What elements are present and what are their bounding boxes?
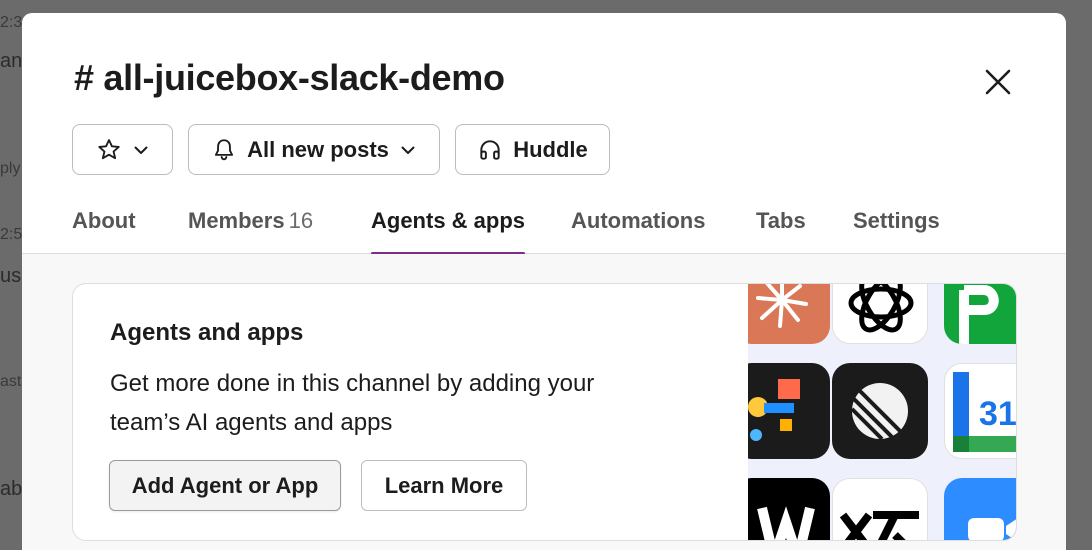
background-text: ab [0, 478, 23, 500]
black-w-app-icon [748, 478, 830, 540]
channel-title: # all-juicebox-slack-demo [74, 57, 505, 98]
tab-label: About [72, 208, 136, 233]
card-title: Agents and apps [110, 319, 304, 346]
notifications-label: All new posts [247, 136, 389, 162]
learn-more-button[interactable]: Learn More [361, 460, 527, 511]
linear-app-icon [832, 363, 928, 459]
background-text: ply [0, 160, 21, 177]
chevron-down-icon [134, 146, 147, 154]
tab-label: Agents & apps [371, 208, 526, 233]
tab-content: Agents and apps Get more done in this ch… [22, 254, 1066, 550]
agents-apps-card: Agents and apps Get more done in this ch… [72, 283, 1017, 541]
tab-tabs[interactable]: Tabs [756, 203, 806, 254]
bell-icon [215, 138, 234, 160]
huddle-label: Huddle [513, 136, 588, 162]
chevron-down-icon [401, 146, 415, 154]
tab-label: Members [188, 208, 285, 233]
claude-app-icon [748, 284, 830, 344]
close-button[interactable] [980, 64, 1016, 100]
star-channel-button[interactable] [72, 124, 173, 175]
tab-about[interactable]: About [72, 203, 136, 254]
notifications-button[interactable]: All new posts [188, 124, 440, 175]
tab-bar: About Members 16 Agents & apps Automation… [22, 203, 1066, 255]
google-calendar-app-icon: 31 [944, 363, 1017, 459]
tab-label: Automations [571, 208, 706, 233]
card-description: Get more done in this channel by adding … [110, 370, 595, 436]
background-text: 2:5 [0, 226, 23, 243]
blue-app-icon [944, 478, 1016, 540]
tab-label: Settings [853, 208, 940, 233]
tab-automations[interactable]: Automations [571, 203, 705, 254]
member-count: 16 [288, 208, 314, 233]
tab-members[interactable]: Members 16 [188, 203, 313, 254]
channel-details-modal: # all-juicebox-slack-demo All new posts … [22, 13, 1066, 550]
headphones-icon [480, 139, 500, 160]
background-text: ast [0, 373, 22, 390]
background-text: an [0, 50, 23, 72]
close-icon [985, 69, 1011, 95]
star-icon [97, 138, 120, 159]
calendar-date: 31 [979, 395, 1017, 433]
openai-app-icon [832, 284, 928, 344]
black-white-app-icon [832, 478, 928, 540]
tab-agents-apps[interactable]: Agents & apps [371, 203, 526, 255]
tab-settings[interactable]: Settings [853, 203, 940, 254]
huddle-button[interactable]: Huddle [455, 124, 610, 175]
app-icons-illustration: 31 [748, 284, 1017, 540]
colorful-shapes-app-icon [748, 363, 830, 459]
add-agent-or-app-button[interactable]: Add Agent or App [109, 460, 341, 511]
background-text: 2:3 [0, 14, 23, 31]
tab-label: Tabs [756, 208, 806, 233]
green-p-app-icon [944, 284, 1016, 344]
background-text: us [0, 265, 22, 287]
